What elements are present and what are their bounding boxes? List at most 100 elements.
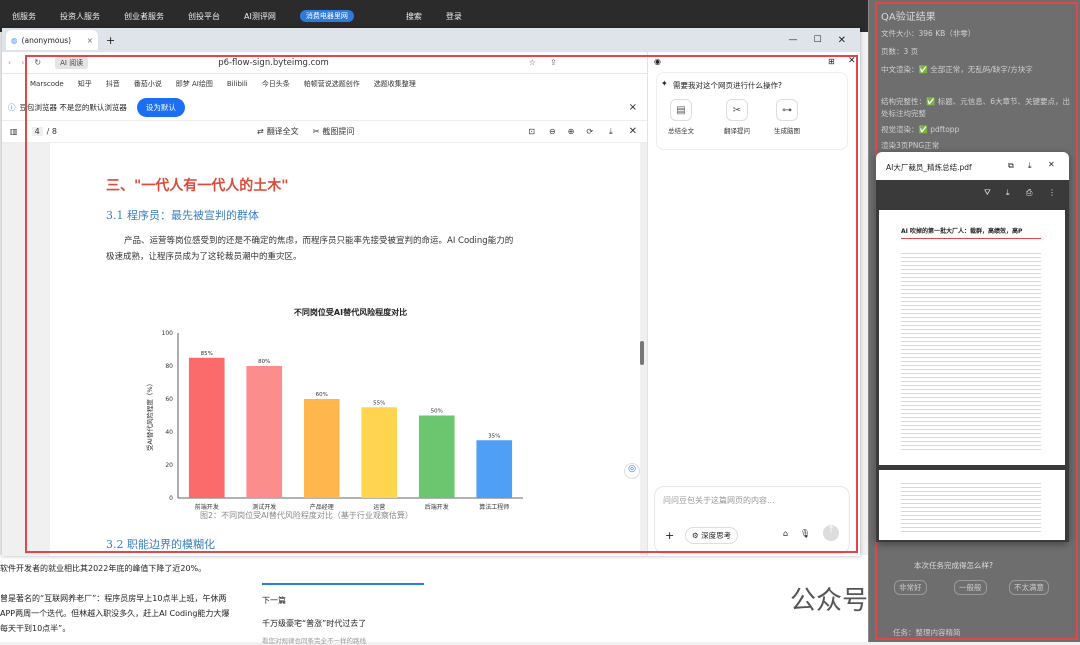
bar: [418, 415, 455, 498]
nav-item[interactable]: AI测评网: [244, 11, 276, 22]
next-article-card[interactable]: 下一篇 千万级豪宅“普涨”时代过去了 看您对规律也同条完全不一样的路线: [262, 583, 424, 645]
action-label: 生成脑图: [774, 127, 800, 135]
close-icon[interactable]: ✕: [1048, 160, 1055, 169]
zoom-in-icon[interactable]: ⊕: [568, 127, 575, 136]
nav-item[interactable]: 投资人服务: [60, 11, 100, 22]
bookmark[interactable]: 知乎: [78, 79, 92, 89]
y-tick-label: 100: [162, 330, 174, 337]
send-button[interactable]: ↑: [823, 525, 839, 541]
more-icon[interactable]: ⋮: [1048, 188, 1056, 197]
globe-icon: ◍: [11, 35, 18, 45]
close-tab-icon[interactable]: ×: [87, 36, 93, 45]
bookmark[interactable]: Marscode: [30, 80, 64, 88]
info-icon: ⓘ: [8, 102, 16, 112]
download-icon[interactable]: ⤓: [1006, 188, 1010, 198]
mic-icon[interactable]: 🎙: [800, 529, 810, 538]
ask-button[interactable]: ✂ 翻译提问: [717, 99, 757, 135]
browser-window: ◍ (anonymous) × + — ☐ ✕ ‹ › ↻ AI 阅读 p6-f…: [2, 28, 860, 556]
close-window-icon[interactable]: ✕: [838, 35, 846, 46]
nav-item[interactable]: 创业者服务: [124, 11, 164, 22]
mindmap-button[interactable]: ⊶ 生成脑图: [767, 99, 807, 135]
nav-item[interactable]: 创投平台: [188, 11, 220, 22]
share-icon[interactable]: ⇪: [550, 58, 557, 67]
bar-value-label: 80%: [258, 359, 270, 365]
assistant-float-icon[interactable]: ◎: [624, 463, 640, 479]
article-line: APP两周一个迭代。但林越入职没多久，赶上AI Coding能力大爆: [0, 609, 230, 618]
ai-read-pill[interactable]: AI 阅读: [55, 56, 89, 69]
bar: [246, 366, 283, 498]
bookmark[interactable]: Bilibili: [227, 80, 248, 88]
deep-think-icon: ⚙: [692, 531, 699, 540]
tab-strip: ◍ (anonymous) × + — ☐ ✕: [2, 28, 860, 52]
bookmark[interactable]: 选题收集整理: [374, 79, 416, 89]
chat-input-box[interactable]: 问问豆包关于这篇网页的内容... + ⚙ 深度思考 ⌂ 🎙 ↑: [654, 486, 850, 554]
bookmark[interactable]: 即梦 AI绘图: [176, 79, 213, 89]
feedback-option[interactable]: 非常好: [894, 580, 927, 595]
next-item-sub: 看您对规律也同条完全不一样的路线: [262, 637, 366, 645]
set-default-button[interactable]: 设为默认: [136, 97, 185, 117]
default-browser-infobar: ⓘ 豆包浏览器 不是您的默认浏览器 设为默认 ×: [2, 94, 647, 121]
x-tick-label: 后端开发: [425, 503, 449, 511]
print-icon[interactable]: ⎙: [1026, 188, 1032, 198]
deep-think-toggle[interactable]: ⚙ 深度思考: [685, 527, 739, 544]
close-pdf-icon[interactable]: ✕: [629, 126, 637, 137]
reload-icon[interactable]: ↻: [34, 58, 41, 67]
summarize-button[interactable]: ▤ 总结全文: [661, 99, 701, 135]
browser-tab[interactable]: ◍ (anonymous) ×: [6, 30, 98, 50]
nav-item[interactable]: 创服务: [12, 11, 36, 22]
bar-chart: 不同岗位受AI替代风险程度对比 0 20 40 60 80 100 受AI替代风险程度（%） 8…: [145, 307, 523, 511]
layout-icon[interactable]: ⊞: [828, 57, 835, 66]
fit-icon[interactable]: ⊡: [528, 127, 535, 136]
chart-title: 不同岗位受AI替代风险程度对比: [294, 307, 407, 317]
download-icon[interactable]: ⤓: [1028, 161, 1032, 171]
bookmark[interactable]: 帕顿营说选题创作: [304, 79, 360, 89]
bookmark[interactable]: 抖音: [106, 79, 120, 89]
brand-badge[interactable]: 消费电器里网: [299, 10, 354, 22]
feedback-option[interactable]: 一般般: [954, 580, 987, 595]
drive-icon[interactable]: ⛛: [984, 188, 991, 198]
pdf-text-lines: [901, 250, 1041, 450]
close-infobar-icon[interactable]: ×: [629, 102, 637, 113]
pdf-viewport[interactable]: 三、"一代人有一代人的土木" 3.1 程序员：最先被宣判的群体 产品、运营等岗位…: [2, 143, 647, 556]
bookmark[interactable]: 番茄小说: [134, 79, 162, 89]
login-link[interactable]: 登录: [446, 11, 462, 22]
image-icon[interactable]: ⌂: [783, 529, 788, 538]
star-icon[interactable]: ☆: [529, 58, 536, 67]
open-external-icon[interactable]: ⧉: [1008, 161, 1014, 171]
back-icon[interactable]: ‹: [8, 58, 11, 67]
prompt-icon: ✦: [661, 79, 668, 88]
next-item-title[interactable]: 千万级豪宅“普涨”时代过去了: [262, 618, 424, 629]
next-label: 下一篇: [262, 596, 286, 605]
scrollbar-thumb[interactable]: [640, 341, 644, 365]
bar: [303, 399, 340, 498]
screenshot-button[interactable]: 截图提问: [322, 126, 354, 137]
new-tab-icon[interactable]: +: [106, 34, 115, 47]
bar-value-label: 55%: [373, 400, 385, 406]
download-icon[interactable]: ⤓: [609, 127, 613, 137]
rotate-icon[interactable]: ⟳: [586, 127, 593, 136]
figure-caption: 图2：不同岗位受AI替代风险程度对比（基于行业观察估算）: [200, 511, 413, 520]
add-icon[interactable]: +: [665, 529, 674, 542]
zoom-out-icon[interactable]: ⊖: [549, 127, 556, 136]
forward-icon[interactable]: ›: [21, 58, 24, 67]
pdf-toolbar: ▥ 4 / 8 ⇄ 翻译全文 ✂ 截图提问 ⊡ ⊖ ⊕ ⟳ ⤓ ✕: [2, 121, 647, 143]
y-axis-label: 受AI替代风险程度（%）: [145, 380, 154, 451]
pdf-heading: AI 吹掉的第一批大厂人：裁群，高绩效，高P: [901, 228, 1023, 235]
translate-button[interactable]: 翻译全文: [267, 126, 299, 137]
bar: [476, 440, 513, 498]
close-panel-icon[interactable]: ✕: [848, 56, 856, 66]
feedback-option[interactable]: 不太满意: [1009, 580, 1049, 595]
search-link[interactable]: 搜索: [406, 11, 422, 22]
maximize-icon[interactable]: ☐: [814, 35, 822, 45]
translate-icon: ⇄: [256, 127, 264, 136]
bar: [361, 407, 398, 498]
sidebar-toggle-icon[interactable]: ▥: [10, 127, 18, 136]
url-text[interactable]: p6-flow-sign.byteimg.com: [218, 58, 329, 68]
infobar-text: 豆包浏览器 不是您的默认浏览器: [19, 102, 127, 112]
bookmark[interactable]: 今日头条: [262, 79, 290, 89]
minimize-icon[interactable]: —: [789, 35, 798, 45]
pdf-preview-canvas[interactable]: ⛛ ⤓ ⎙ ⋮ AI 吹掉的第一批大厂人：裁群，高绩效，高P: [876, 180, 1069, 542]
page-number[interactable]: 4: [31, 127, 43, 136]
document-icon: ▤: [670, 99, 692, 121]
y-tick-label: 20: [165, 462, 173, 469]
